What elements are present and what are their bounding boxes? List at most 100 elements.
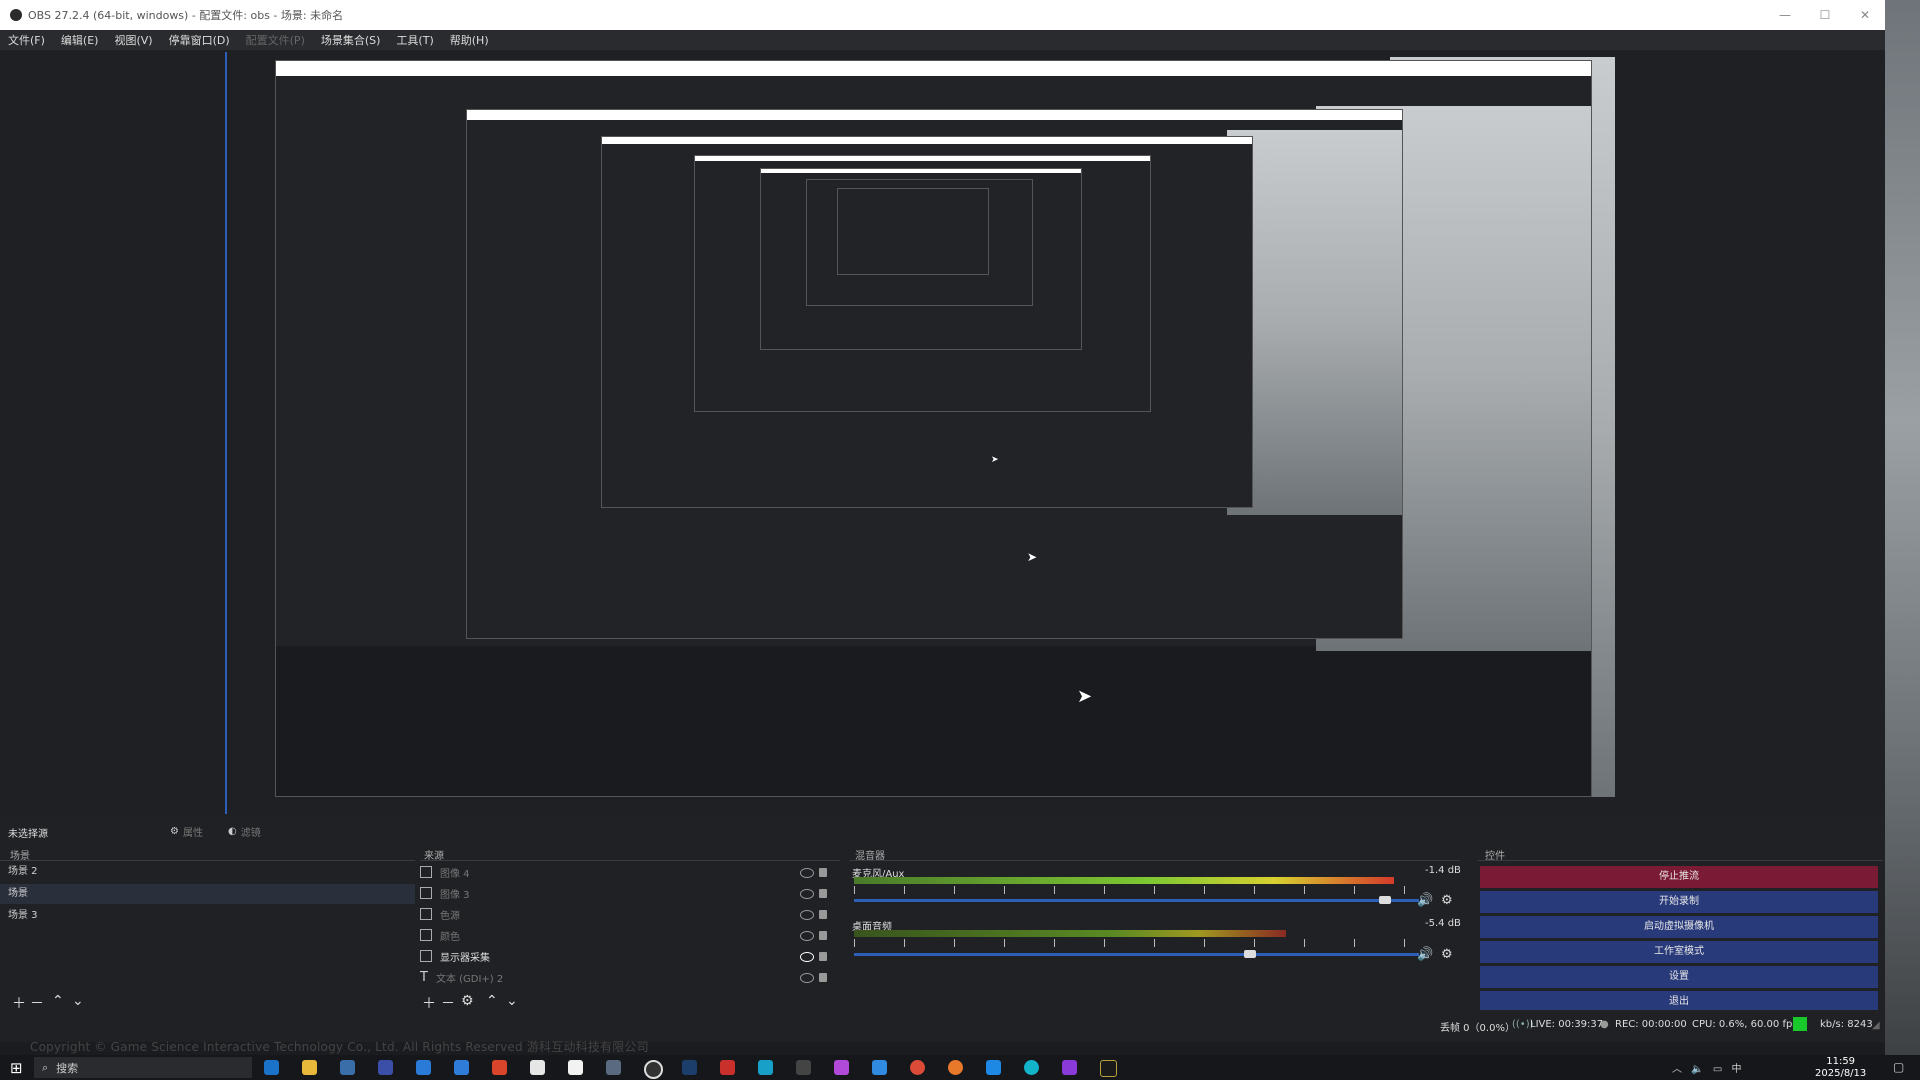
start-virtual-camera-button[interactable]: 启动虚拟摄像机 xyxy=(1480,916,1878,938)
taskbar-search[interactable]: ⌕ 搜索 xyxy=(34,1057,252,1078)
app-icon[interactable] xyxy=(378,1060,393,1075)
firefox-icon[interactable] xyxy=(948,1060,963,1075)
source-item[interactable]: 图像 4 xyxy=(420,862,470,882)
app-icon[interactable] xyxy=(758,1060,773,1075)
settings-button[interactable]: 设置 xyxy=(1480,966,1878,988)
window-title: OBS 27.2.4 (64-bit, windows) - 配置文件: obs… xyxy=(28,9,344,22)
menu-file[interactable]: 文件(F) xyxy=(0,32,53,48)
menu-help[interactable]: 帮助(H) xyxy=(442,32,497,48)
menu-docks[interactable]: 停靠窗口(D) xyxy=(161,32,238,48)
speaker-icon[interactable]: 🔊 xyxy=(1417,947,1433,962)
app-icon[interactable] xyxy=(1062,1060,1077,1075)
speaker-icon[interactable]: 🔊 xyxy=(1417,893,1433,908)
maximize-button[interactable]: ☐ xyxy=(1805,8,1845,22)
source-item[interactable]: 颜色 xyxy=(420,925,460,945)
move-source-up-button[interactable]: ⌃ xyxy=(486,993,498,1009)
source-item[interactable]: 显示器采集 xyxy=(420,946,490,966)
source-item[interactable]: 图像 3 xyxy=(420,883,470,903)
lock-toggle-icon[interactable] xyxy=(819,931,827,940)
dropped-frames: 丢帧 0（0.0%） xyxy=(1440,1023,1515,1034)
scene-item[interactable]: 场景 2 xyxy=(0,862,415,882)
lock-toggle-icon[interactable] xyxy=(819,889,827,898)
visibility-toggle-icon[interactable] xyxy=(800,868,814,878)
app-icon[interactable] xyxy=(872,1060,887,1075)
mouse-cursor-icon: ➤ xyxy=(1027,550,1038,564)
stop-streaming-button[interactable]: 停止推流 xyxy=(1480,866,1878,888)
app-icon[interactable] xyxy=(416,1060,431,1075)
notification-icon[interactable]: ▢ xyxy=(1893,1060,1904,1074)
volume-meter xyxy=(854,930,1286,937)
vscode-icon[interactable] xyxy=(454,1060,469,1075)
volume-icon[interactable]: 🔈 xyxy=(1691,1064,1703,1075)
app-icon[interactable] xyxy=(986,1060,1001,1075)
start-recording-button[interactable]: 开始录制 xyxy=(1480,891,1878,913)
chevron-up-icon[interactable]: ︿ xyxy=(1672,1064,1682,1075)
visibility-toggle-icon[interactable] xyxy=(800,973,814,983)
filters-button[interactable]: ◐ 滤镜 xyxy=(228,824,261,839)
file-explorer-icon[interactable] xyxy=(302,1060,317,1075)
mail-icon[interactable] xyxy=(530,1060,545,1075)
terminal-icon[interactable] xyxy=(796,1060,811,1075)
rec-indicator-icon: ● xyxy=(1600,1019,1609,1030)
notepad-icon[interactable] xyxy=(568,1060,583,1075)
capture-level-3 xyxy=(601,136,1253,508)
move-source-down-button[interactable]: ⌄ xyxy=(506,993,518,1009)
app-icon[interactable] xyxy=(1024,1060,1039,1075)
app-icon[interactable] xyxy=(492,1060,507,1075)
app-icon[interactable] xyxy=(834,1060,849,1075)
menu-tools[interactable]: 工具(T) xyxy=(388,32,441,48)
taskbar-clock[interactable]: 11:59 2025/8/13 xyxy=(1815,1056,1866,1080)
scene-item[interactable]: 场景 3 xyxy=(0,906,415,926)
visibility-toggle-icon[interactable] xyxy=(800,952,814,962)
steam-icon[interactable] xyxy=(682,1060,697,1075)
properties-button[interactable]: ⚙ 属性 xyxy=(170,824,203,839)
search-placeholder: 搜索 xyxy=(56,1061,79,1075)
close-button[interactable]: ✕ xyxy=(1845,8,1885,22)
filter-icon: ◐ xyxy=(228,826,237,837)
obs-icon[interactable] xyxy=(644,1060,663,1079)
game-icon[interactable] xyxy=(1100,1060,1117,1077)
input-language[interactable]: 中 xyxy=(1731,1064,1741,1075)
desktop-copyright-text: Copyright © Game Science Interactive Tec… xyxy=(30,1040,649,1054)
edge-browser-icon[interactable] xyxy=(264,1060,279,1075)
source-item[interactable]: T 文本 (GDI+) 2 xyxy=(420,967,503,987)
scene-item-selected[interactable]: 场景 xyxy=(0,884,415,904)
app-icon[interactable] xyxy=(720,1060,735,1075)
source-item[interactable]: 色源 xyxy=(420,904,460,924)
visibility-toggle-icon[interactable] xyxy=(800,931,814,941)
move-scene-up-button[interactable]: ⌃ xyxy=(52,993,64,1009)
visibility-toggle-icon[interactable] xyxy=(800,889,814,899)
minimize-button[interactable]: — xyxy=(1765,8,1805,22)
chrome-icon[interactable] xyxy=(910,1060,925,1075)
calculator-icon[interactable] xyxy=(606,1060,621,1075)
visibility-toggle-icon[interactable] xyxy=(800,910,814,920)
studio-mode-button[interactable]: 工作室模式 xyxy=(1480,941,1878,963)
menu-edit[interactable]: 编辑(E) xyxy=(53,32,107,48)
bitrate: kb/s: 8243 xyxy=(1820,1019,1873,1030)
store-icon[interactable] xyxy=(340,1060,355,1075)
monitor-icon xyxy=(420,950,432,962)
capture-level-7 xyxy=(837,188,989,275)
windows-start-icon[interactable]: ⊞ xyxy=(10,1059,23,1077)
gear-icon[interactable]: ⚙ xyxy=(1441,947,1453,962)
network-icon[interactable]: ▭ xyxy=(1713,1064,1722,1075)
lock-toggle-icon[interactable] xyxy=(819,973,827,982)
menu-scene-collection[interactable]: 场景集合(S) xyxy=(313,32,389,48)
gear-icon[interactable]: ⚙ xyxy=(1441,893,1453,908)
menu-profile[interactable]: 配置文件(P) xyxy=(238,32,313,48)
source-properties-gear-icon[interactable]: ⚙ xyxy=(461,993,474,1009)
cpu-fps: CPU: 0.6%, 60.00 fps xyxy=(1692,1019,1798,1030)
resize-grip-icon[interactable]: ◢ xyxy=(1872,1020,1880,1031)
system-tray[interactable]: ︿ 🔈 ▭ 中 xyxy=(1672,1060,1741,1075)
move-scene-down-button[interactable]: ⌄ xyxy=(72,993,84,1009)
volume-slider-handle[interactable] xyxy=(1379,896,1391,904)
lock-toggle-icon[interactable] xyxy=(819,910,827,919)
lock-toggle-icon[interactable] xyxy=(819,952,827,961)
volume-slider[interactable] xyxy=(854,899,1419,902)
volume-slider-handle[interactable] xyxy=(1244,950,1256,958)
volume-slider[interactable] xyxy=(854,953,1419,956)
volume-meter xyxy=(854,877,1394,884)
lock-toggle-icon[interactable] xyxy=(819,868,827,877)
preview-canvas[interactable]: ➤ ➤ ➤ xyxy=(0,50,1885,815)
menu-view[interactable]: 视图(V) xyxy=(106,32,160,48)
